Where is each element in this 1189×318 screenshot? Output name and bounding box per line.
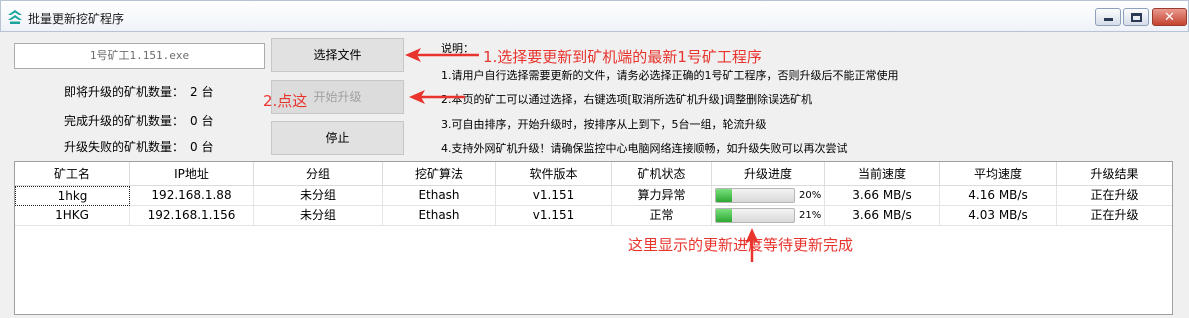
done-count-value: 0 台 (190, 114, 214, 128)
failed-count-value: 0 台 (190, 140, 214, 154)
column-header[interactable]: IP地址 (130, 162, 254, 186)
close-button[interactable]: ✕ (1152, 8, 1187, 26)
version-cell: v1.151 (496, 186, 612, 206)
column-header[interactable]: 矿工名 (15, 162, 130, 186)
window-title: 批量更新挖矿程序 (28, 12, 125, 26)
file-path-field[interactable]: 1号矿工1.151.exe (14, 43, 265, 69)
table-row[interactable]: 1HKG 192.168.1.156 未分组 Ethash v1.151 正常 … (15, 206, 1172, 226)
version-cell: v1.151 (496, 206, 612, 226)
status-cell: 算力异常 (612, 186, 712, 206)
annotation-step-2: 2.点这 (263, 92, 308, 110)
stop-button[interactable]: 停止 (271, 121, 404, 155)
annotation-progress-note: 这里显示的更新进度等待更新完成 (628, 236, 854, 254)
current-speed-cell: 3.66 MB/s (825, 206, 940, 226)
close-icon: ✕ (1164, 10, 1175, 25)
title-bar: 批量更新挖矿程序 ✕ (0, 0, 1189, 32)
table-header: 矿工名 IP地址 分组 挖矿算法 软件版本 矿机状态 升级进度 当前速度 平均速… (15, 162, 1172, 186)
progress-bar (715, 208, 795, 223)
progress-percent: 20% (799, 190, 822, 201)
arrow-left-icon (409, 90, 465, 104)
column-header[interactable]: 当前速度 (825, 162, 940, 186)
average-speed-cell: 4.03 MB/s (940, 206, 1057, 226)
minimize-icon (1104, 18, 1113, 21)
pending-count-label: 即将升级的矿机数量： (64, 85, 185, 99)
instruction-line-4: 4.支持外网矿机升级！请确保监控中心电脑网络连接顺畅，如升级失败可以再次尝试 (441, 142, 848, 155)
column-header[interactable]: 平均速度 (940, 162, 1057, 186)
main-panel: 1号矿工1.151.exe 选择文件 开始升级 停止 即将升级的矿机数量： 2 … (0, 32, 1189, 318)
progress-cell: 20% (712, 186, 825, 206)
progress-fill (716, 189, 732, 202)
choose-file-button[interactable]: 选择文件 (271, 38, 404, 72)
maximize-icon (1131, 13, 1142, 22)
instruction-line-2: 2.本页的矿工可以通过选择，右键选项[取消所选矿机升级]调整删除误选矿机 (441, 93, 813, 106)
algorithm-cell: Ethash (383, 206, 496, 226)
instruction-line-3: 3.可自由排序，开始升级时，按排序从上到下，5台一组，轮流升级 (441, 118, 767, 131)
column-header[interactable]: 矿机状态 (612, 162, 712, 186)
miner-name-cell: 1HKG (15, 206, 130, 226)
result-cell: 正在升级 (1057, 206, 1172, 226)
average-speed-cell: 4.16 MB/s (940, 186, 1057, 206)
annotation-step-1: 1.选择要更新到矿机端的最新1号矿工程序 (483, 48, 762, 66)
progress-bar (715, 188, 795, 203)
app-logo-icon (8, 10, 22, 24)
maximize-button[interactable] (1123, 8, 1149, 26)
arrow-left-icon (405, 48, 479, 62)
progress-cell: 21% (712, 206, 825, 226)
column-header[interactable]: 升级结果 (1057, 162, 1172, 186)
column-header[interactable]: 升级进度 (712, 162, 825, 186)
column-header[interactable]: 分组 (254, 162, 383, 186)
group-cell: 未分组 (254, 206, 383, 226)
status-cell: 正常 (612, 206, 712, 226)
done-count-label: 完成升级的矿机数量： (64, 114, 185, 128)
progress-fill (716, 209, 733, 222)
progress-percent: 21% (799, 210, 822, 221)
current-speed-cell: 3.66 MB/s (825, 186, 940, 206)
instruction-line-1: 1.请用户自行选择需要更新的文件，请务必选择正确的1号矿工程序，否则升级后不能正… (441, 69, 899, 82)
result-cell: 正在升级 (1057, 186, 1172, 206)
algorithm-cell: Ethash (383, 186, 496, 206)
ip-cell: 192.168.1.88 (130, 186, 254, 206)
column-header[interactable]: 挖矿算法 (383, 162, 496, 186)
miner-name-cell: 1hkg (15, 186, 130, 206)
table-row[interactable]: 1hkg 192.168.1.88 未分组 Ethash v1.151 算力异常… (15, 186, 1172, 206)
column-header[interactable]: 软件版本 (496, 162, 612, 186)
miner-table[interactable]: 矿工名 IP地址 分组 挖矿算法 软件版本 矿机状态 升级进度 当前速度 平均速… (14, 161, 1173, 315)
ip-cell: 192.168.1.156 (130, 206, 254, 226)
minimize-button[interactable] (1095, 8, 1121, 26)
failed-count-label: 升级失败的矿机数量： (64, 140, 185, 154)
pending-count-value: 2 台 (190, 85, 214, 99)
group-cell: 未分组 (254, 186, 383, 206)
